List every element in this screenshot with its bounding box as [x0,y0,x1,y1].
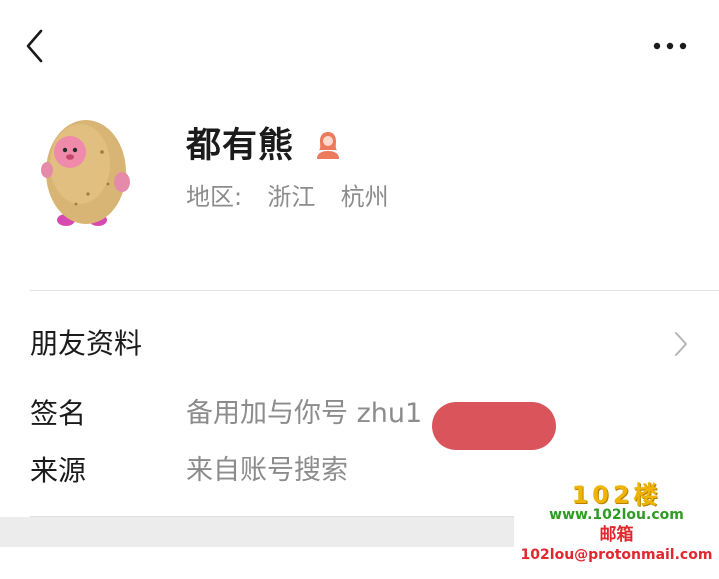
female-user-icon [313,129,343,161]
back-button[interactable] [18,24,58,68]
signature-value: 备用加与你号 zhu1 [186,398,423,429]
region-province: 浙江 [267,183,316,211]
region-label: 地区: [186,183,243,211]
friend-info-row[interactable]: 朋友资料 [0,314,719,374]
chevron-right-icon [671,328,691,360]
more-button[interactable] [646,30,698,62]
watermark-mail-label: 邮箱 [599,525,634,545]
watermark: 102楼 www.102lou.com 邮箱 102lou@protonmail… [514,478,719,579]
chevron-left-icon [26,29,43,63]
divider [30,290,719,291]
watermark-title: 102楼 [571,481,662,509]
watermark-site: www.102lou.com [549,507,684,523]
source-value: 来自账号搜索 [186,455,348,486]
region-info: 地区: 浙江 杭州 [186,180,389,214]
signature-label: 签名 [30,397,87,430]
more-horizontal-icon [653,42,687,50]
watermark-email: 102lou@protonmail.com [520,547,713,563]
friend-info-label: 朋友资料 [30,327,143,360]
display-name: 都有熊 [186,126,295,166]
avatar[interactable] [36,112,136,232]
region-city: 杭州 [340,183,389,211]
potato-character-avatar [41,120,130,226]
source-label: 来源 [30,454,87,487]
redaction-overlay [432,402,556,450]
